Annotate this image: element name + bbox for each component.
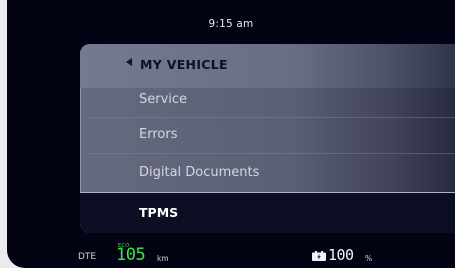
clock: 9:15 am (208, 18, 254, 30)
menu-item-tpms[interactable]: TPMS (80, 192, 455, 233)
battery-value: 100 (328, 246, 354, 264)
instrument-cluster-screen: 9:15 am MY VEHICLE Service Errors Digita… (7, 0, 455, 268)
battery-charging-icon (312, 251, 326, 261)
menu-item-digital-documents[interactable]: Digital Documents (139, 165, 259, 180)
range-value: 105 (116, 245, 146, 265)
menu-header[interactable]: MY VEHICLE (80, 44, 455, 88)
menu-item-service[interactable]: Service (139, 92, 187, 107)
menu-item-errors[interactable]: Errors (139, 127, 177, 142)
bottom-status-bar: DTE ECO 105 km 100 % (7, 240, 455, 268)
menu-divider (87, 117, 455, 118)
menu-item-tpms-label: TPMS (139, 205, 179, 220)
range-unit: km (157, 254, 169, 263)
menu-divider (87, 153, 455, 154)
menu-title: MY VEHICLE (140, 57, 228, 72)
caret-left-icon[interactable] (126, 58, 132, 66)
vehicle-menu: MY VEHICLE Service Errors Digital Docume… (80, 44, 455, 233)
dte-label: DTE (78, 252, 97, 262)
battery-unit: % (365, 254, 373, 263)
